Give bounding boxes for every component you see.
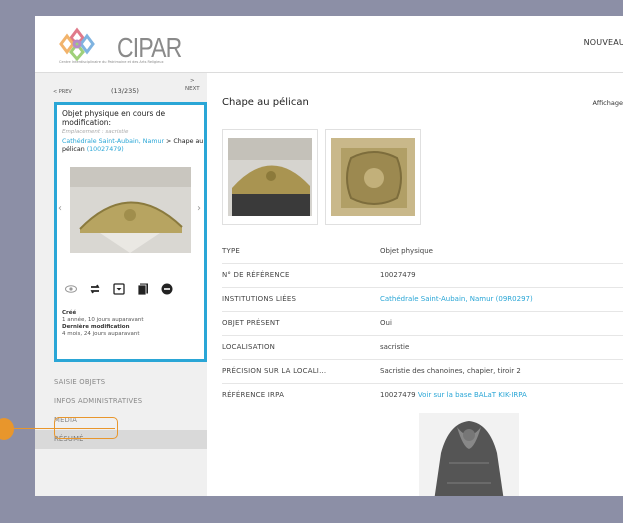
- top-header: CIPAR Centre Interdisciplinaire du Patri…: [35, 16, 623, 73]
- record-count: (13/235): [111, 87, 139, 95]
- table-row: LOCALISATION sacristie: [222, 336, 623, 360]
- menu-item-infos-administratives[interactable]: INFOS ADMINISTRATIVES: [54, 392, 207, 411]
- logo-emblem-icon: [59, 27, 95, 62]
- property-value: 10027479 Voir sur la base BALaT KIK-IRPA: [380, 391, 527, 399]
- breadcrumb-separator: >: [164, 138, 174, 145]
- archive-photo[interactable]: [419, 413, 519, 496]
- display-toggle[interactable]: Affichage: [592, 99, 623, 107]
- property-value: Oui: [380, 319, 392, 327]
- created-value: 1 année, 10 jours auparavant: [62, 317, 144, 323]
- media-thumbnail-1[interactable]: [222, 129, 318, 225]
- menu-item-saisie-objets[interactable]: SAISIE OBJETS: [54, 373, 207, 392]
- properties-table: TYPE Objet physique N° DE RÉFÉRENCE 1002…: [222, 240, 623, 408]
- modified-label: Dernière modification: [62, 324, 130, 330]
- property-value: Objet physique: [380, 247, 433, 255]
- highlight-box: [54, 417, 118, 439]
- property-key: TYPE: [222, 247, 240, 255]
- property-value: Cathédrale Saint-Aubain, Namur (09R0297): [380, 295, 533, 303]
- copy-icon[interactable]: [137, 283, 149, 296]
- irpa-reference: 10027479: [380, 391, 416, 399]
- property-value: 10027479: [380, 271, 416, 279]
- nav-new-link[interactable]: NOUVEAU: [584, 38, 623, 47]
- property-key: INSTITUTIONS LIÉES: [222, 295, 297, 303]
- property-key: OBJET PRÉSENT: [222, 319, 280, 327]
- next-label: NEXT: [185, 86, 200, 92]
- created-label: Créé: [62, 310, 77, 316]
- balat-link[interactable]: Voir sur la base BALaT KIK-IRPA: [418, 391, 527, 399]
- minus-circle-icon[interactable]: [161, 283, 173, 295]
- cipar-logo[interactable]: CIPAR: [57, 26, 182, 64]
- object-location: Emplacement : sacristie: [62, 129, 129, 135]
- institution-link[interactable]: Cathédrale Saint-Aubain, Namur (09R0297): [380, 295, 533, 303]
- table-row: PRÉCISION SUR LA LOCALI... Sacristie des…: [222, 360, 623, 384]
- carousel-next-icon[interactable]: ›: [197, 203, 201, 214]
- property-value: Sacristie des chanoines, chapier, tiroir…: [380, 367, 521, 375]
- eye-icon[interactable]: [65, 283, 77, 295]
- object-meta: Créé 1 année, 10 jours auparavant Derniè…: [62, 310, 143, 338]
- carousel-prev-icon[interactable]: ‹: [58, 203, 62, 214]
- object-photo[interactable]: [70, 167, 191, 253]
- property-key: LOCALISATION: [222, 343, 276, 351]
- object-card-title: Objet physique en cours de modification:: [62, 109, 166, 127]
- object-id-link[interactable]: (10027479): [87, 146, 124, 153]
- logo-subtitle: Centre Interdisciplinaire du Patrimoine …: [59, 60, 164, 64]
- next-arrow-icon: >: [190, 78, 195, 84]
- property-value: sacristie: [380, 343, 410, 351]
- media-thumbnail-2[interactable]: [325, 129, 421, 225]
- table-row: RÉFÉRENCE IRPA 10027479 Voir sur la base…: [222, 384, 623, 408]
- property-key: RÉFÉRENCE IRPA: [222, 391, 285, 399]
- table-row: TYPE Objet physique: [222, 240, 623, 264]
- object-card: Objet physique en cours de modification:…: [54, 102, 207, 362]
- record-pager: < PREV (13/235) > NEXT: [35, 73, 207, 101]
- object-actions: [65, 282, 205, 296]
- institution-link[interactable]: Cathédrale Saint-Aubain, Namur: [62, 138, 164, 145]
- table-row: N° DE RÉFÉRENCE 10027479: [222, 264, 623, 288]
- repeat-icon[interactable]: [89, 283, 101, 295]
- table-row: INSTITUTIONS LIÉES Cathédrale Saint-Auba…: [222, 288, 623, 312]
- property-key: N° DE RÉFÉRENCE: [222, 271, 290, 279]
- app-window: CIPAR Centre Interdisciplinaire du Patri…: [35, 16, 623, 496]
- modified-value: 4 mois, 24 jours auparavant: [62, 331, 140, 337]
- prev-button[interactable]: < PREV: [53, 89, 72, 95]
- table-row: OBJET PRÉSENT Oui: [222, 312, 623, 336]
- main-content: Chape au pélican Affichage TYPE Objet ph…: [207, 73, 623, 496]
- dropdown-box-icon[interactable]: [113, 283, 125, 295]
- highlight-marker: [0, 418, 14, 440]
- next-button[interactable]: > NEXT: [185, 77, 200, 93]
- object-breadcrumb: Cathédrale Saint-Aubain, Namur > Chape a…: [62, 138, 204, 154]
- page-title: Chape au pélican: [222, 97, 309, 108]
- property-key: PRÉCISION SUR LA LOCALI...: [222, 367, 327, 375]
